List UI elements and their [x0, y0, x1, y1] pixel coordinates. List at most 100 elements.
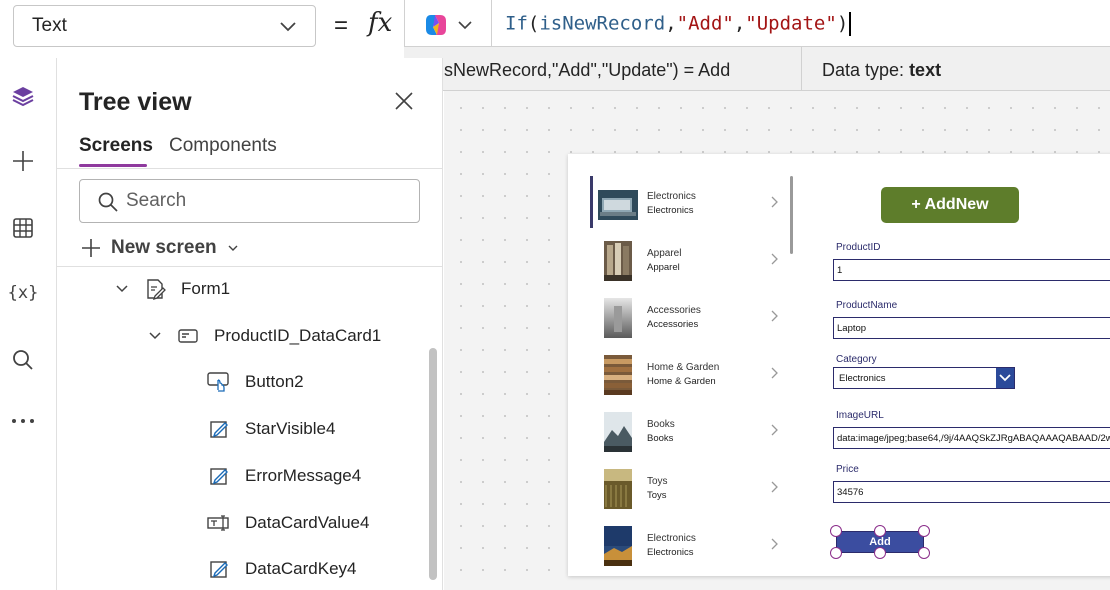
left-rail: {x}: [0, 58, 57, 590]
add-new-button[interactable]: + AddNew: [881, 187, 1019, 223]
tree-node-form1[interactable]: Form1: [115, 274, 230, 304]
product-thumbnail: [604, 241, 632, 281]
data-type-value: text: [909, 60, 942, 80]
resize-handle[interactable]: [874, 525, 886, 537]
gallery-item-title: Toys: [647, 476, 668, 487]
gallery-item[interactable]: Books Books: [590, 404, 780, 460]
chevron-down-icon[interactable]: [148, 331, 164, 341]
resize-handle[interactable]: [918, 525, 930, 537]
imageurl-input[interactable]: data:image/jpeg;base64,/9j/4AAQSkZJRgABA…: [833, 427, 1110, 449]
chevron-down-icon: [458, 21, 472, 30]
formula-token: If: [505, 12, 528, 35]
chevron-right-icon[interactable]: [770, 424, 778, 436]
formula-editor[interactable]: If(isNewRecord,"Add","Update"): [404, 0, 1110, 47]
product-thumbnail: [604, 298, 632, 338]
chevron-down-icon[interactable]: [996, 368, 1014, 388]
gallery-item-subtitle: Accessories: [647, 319, 699, 330]
data-type-readout: Data type: text: [822, 60, 941, 81]
more-options-icon[interactable]: [10, 408, 36, 434]
resize-handle[interactable]: [830, 547, 842, 559]
gallery-item[interactable]: Toys Toys: [590, 461, 780, 517]
insert-icon[interactable]: [10, 148, 36, 174]
power-apps-studio: Text = fx If(isNewRecord,"Add","Update")…: [0, 0, 1110, 590]
tree-node-label: Form1: [181, 279, 231, 298]
tree-node-label: ErrorMessage4: [245, 466, 362, 485]
field-label: ProductName: [836, 300, 898, 311]
tree-node-button2[interactable]: Button2: [207, 367, 304, 397]
formula-token: ,: [733, 12, 746, 35]
chevron-down-icon: [280, 22, 296, 32]
gallery-item[interactable]: Electronics Electronics: [590, 518, 780, 574]
gallery-item-title: Accessories: [647, 305, 701, 316]
chevron-right-icon[interactable]: [770, 538, 778, 550]
formula-text[interactable]: If(isNewRecord,"Add","Update"): [505, 12, 852, 36]
search-icon[interactable]: [10, 347, 36, 373]
chevron-right-icon[interactable]: [770, 310, 778, 322]
productname-input[interactable]: Laptop: [833, 317, 1110, 339]
edit-form[interactable]: + AddNew ProductID 1 ProductName Laptop …: [798, 154, 1110, 576]
chevron-right-icon[interactable]: [770, 367, 778, 379]
tab-screens[interactable]: Screens: [79, 135, 153, 157]
tree-node-datacardkey4[interactable]: DataCardKey4: [207, 554, 357, 584]
close-icon[interactable]: [394, 91, 414, 111]
fx-icon[interactable]: fx: [368, 8, 392, 38]
tree-node-label: Button2: [245, 372, 304, 391]
formula-token: isNewRecord: [539, 12, 666, 35]
form-icon: [143, 277, 167, 301]
chevron-right-icon[interactable]: [770, 253, 778, 265]
category-dropdown[interactable]: Electronics: [833, 367, 1015, 389]
productid-input[interactable]: 1: [833, 259, 1110, 281]
gallery-item-title: Books: [647, 419, 675, 430]
formula-result-bar: If(isNewRecord,"Add","Update") = Add Dat…: [404, 47, 1110, 91]
tree-divider: [57, 266, 443, 267]
resize-handle[interactable]: [874, 547, 886, 559]
price-input[interactable]: 34576: [833, 481, 1110, 503]
gallery-item[interactable]: Apparel Apparel: [590, 233, 780, 289]
copilot-icon: [426, 15, 446, 35]
formula-result: If(isNewRecord,"Add","Update") = Add: [424, 60, 731, 80]
tree-node-datacardvalue4[interactable]: DataCardValue4: [207, 508, 369, 538]
gallery-item-subtitle: Toys: [647, 490, 667, 501]
field-label: Price: [836, 464, 859, 475]
edit-label-icon: [207, 417, 231, 441]
tree-node-errormessage4[interactable]: ErrorMessage4: [207, 461, 361, 491]
chevron-right-icon[interactable]: [770, 196, 778, 208]
formula-token: (: [527, 12, 540, 35]
formula-token: ): [836, 12, 849, 35]
copilot-button[interactable]: [423, 12, 479, 38]
resize-handle[interactable]: [830, 525, 842, 537]
formula-token: ,: [665, 12, 677, 35]
gallery-item-subtitle: Books: [647, 433, 674, 444]
gallery-item[interactable]: Accessories Accessories: [590, 290, 780, 346]
tree-view-title: Tree view: [79, 88, 192, 116]
formula-separator: [491, 0, 492, 47]
design-canvas[interactable]: Electronics Electronics Apparel Apparel …: [444, 91, 1110, 590]
datacard-icon: [176, 324, 200, 348]
tree-scrollbar[interactable]: [429, 348, 437, 580]
tree-view-icon[interactable]: [10, 83, 36, 109]
tab-components[interactable]: Components: [169, 135, 277, 157]
gallery-item[interactable]: Home & Garden Home & Garden: [590, 347, 780, 403]
resize-handle[interactable]: [918, 547, 930, 559]
property-dropdown[interactable]: Text: [13, 5, 316, 47]
gallery-scrollbar[interactable]: [790, 176, 793, 254]
category-gallery[interactable]: Electronics Electronics Apparel Apparel …: [568, 154, 798, 576]
gallery-item-subtitle: Electronics: [647, 205, 694, 216]
chevron-down-icon[interactable]: [115, 284, 131, 294]
search-input[interactable]: Search: [79, 179, 420, 223]
data-icon[interactable]: [10, 215, 36, 241]
text-input-icon: [207, 511, 231, 535]
search-icon: [98, 192, 118, 212]
product-thumbnail: [604, 355, 632, 395]
edit-label-icon: [207, 464, 231, 488]
tree-node-starvisible4[interactable]: StarVisible4: [207, 414, 335, 444]
chevron-right-icon[interactable]: [770, 481, 778, 493]
chevron-down-icon: [228, 245, 238, 251]
app-screen[interactable]: Electronics Electronics Apparel Apparel …: [568, 154, 1110, 576]
gallery-item[interactable]: Electronics Electronics: [590, 176, 780, 232]
search-placeholder: Search: [126, 190, 187, 211]
product-thumbnail: [604, 526, 632, 566]
tree-node-productid-datacard1[interactable]: ProductID_DataCard1: [148, 321, 381, 351]
variables-icon[interactable]: {x}: [8, 280, 39, 306]
new-screen-button[interactable]: New screen: [81, 234, 239, 262]
